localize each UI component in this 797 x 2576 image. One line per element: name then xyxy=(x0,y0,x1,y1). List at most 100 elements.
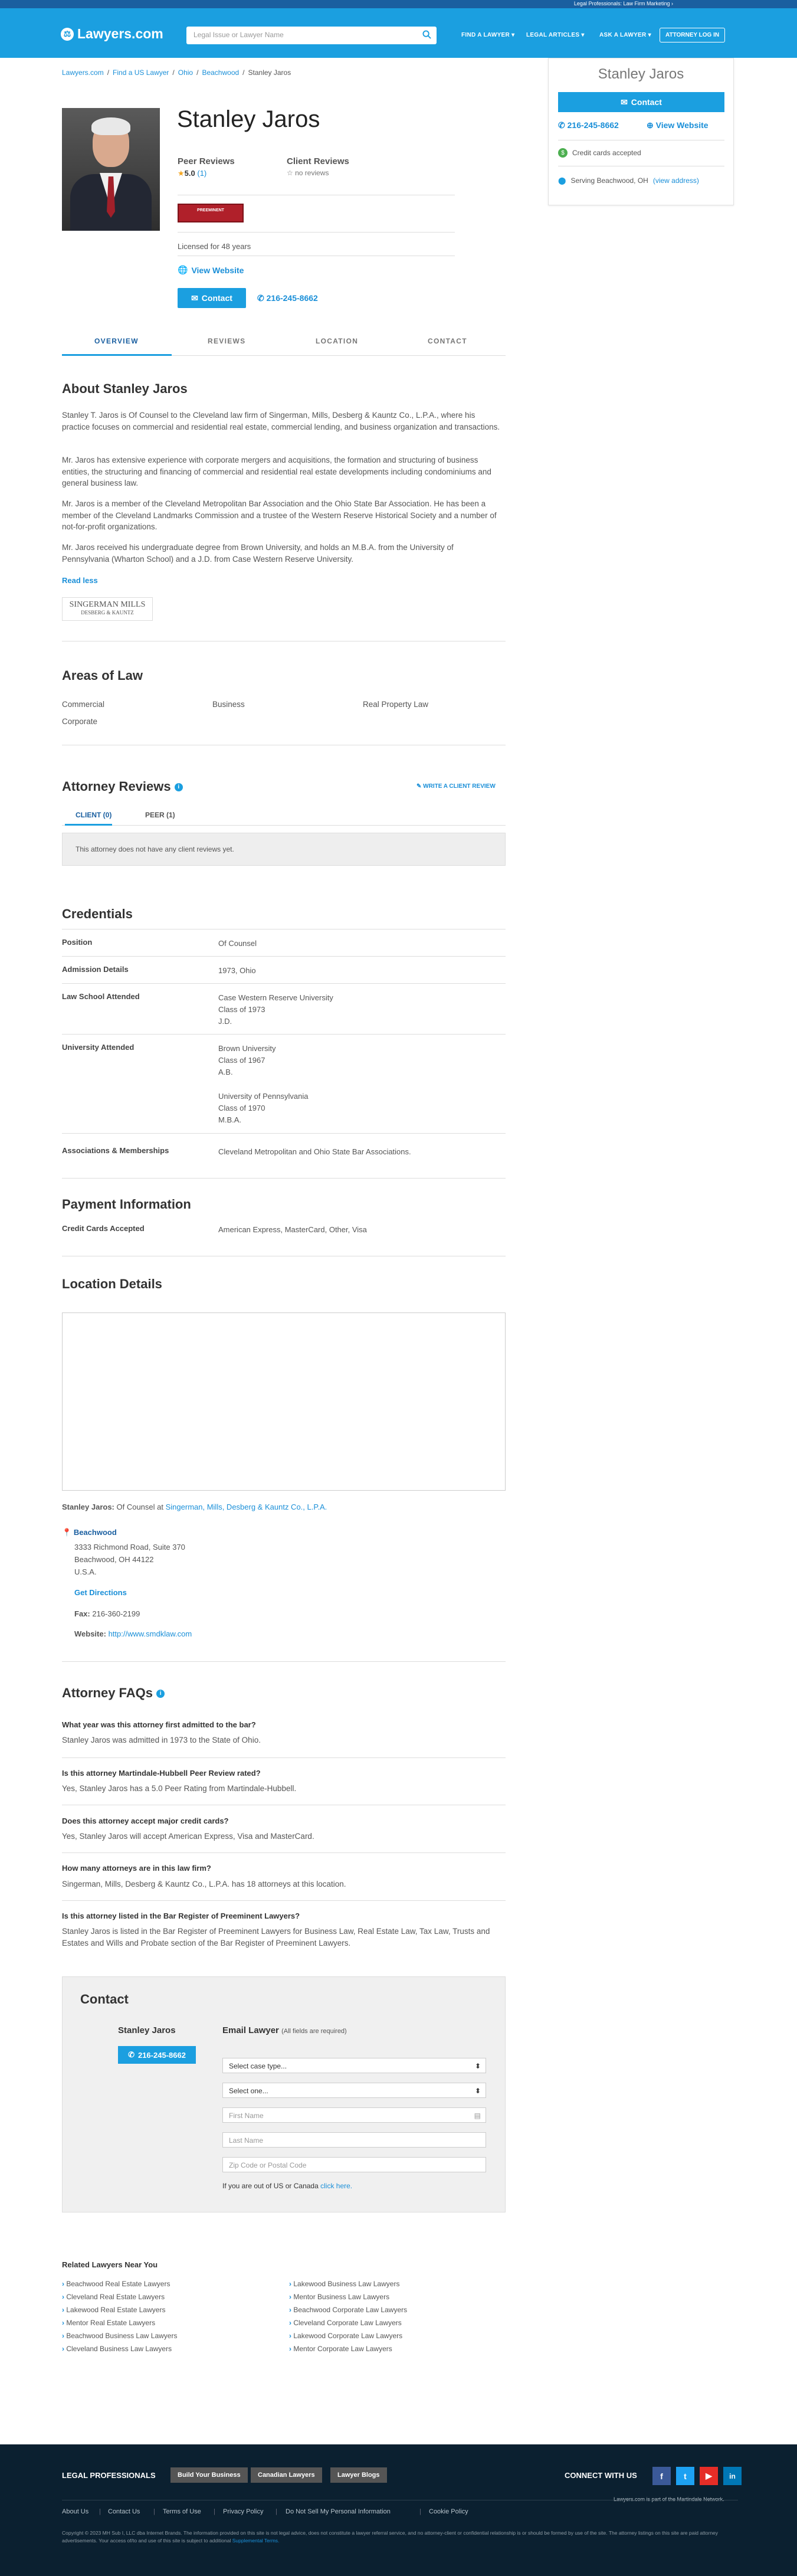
breadcrumb-separator: / xyxy=(196,68,199,77)
peer-count-link[interactable]: (1) xyxy=(197,169,206,178)
card-contact-button[interactable]: ✉ Contact xyxy=(558,92,724,112)
related-link[interactable]: Lakewood Business Law Lawyers xyxy=(289,2280,399,2288)
search-input[interactable]: Legal Issue or Lawyer Name xyxy=(186,27,437,44)
zip-placeholder: Zip Code or Postal Code xyxy=(229,2161,307,2169)
location-map[interactable] xyxy=(62,1312,506,1491)
related-link[interactable]: Mentor Corporate Law Lawyers xyxy=(289,2345,392,2353)
case-type-value: Select case type... xyxy=(229,2062,287,2070)
footer-link[interactable]: Cookie Policy xyxy=(429,2508,468,2515)
supplemental-terms-link[interactable]: Supplemental Terms. xyxy=(232,2538,280,2544)
credential-label: University Attended xyxy=(62,1043,135,1052)
breadcrumb-link[interactable]: Ohio xyxy=(178,68,193,77)
firm-website-link[interactable]: http://www.smdklaw.com xyxy=(109,1629,192,1638)
facebook-icon[interactable]: f xyxy=(652,2467,671,2485)
case-type-select[interactable]: Select case type... ⬍ xyxy=(222,2058,486,2073)
zip-code-field[interactable]: Zip Code or Postal Code xyxy=(222,2157,486,2172)
nav-find-lawyer[interactable]: FIND A LAWYER ▾ xyxy=(461,32,514,38)
related-link[interactable]: Lakewood Real Estate Lawyers xyxy=(62,2306,165,2314)
faq-question: How many attorneys are in this law firm? xyxy=(62,1864,211,1873)
view-website-link[interactable]: 🌐 View Website xyxy=(178,265,244,275)
card-website-link[interactable]: ⊕ View Website xyxy=(647,120,709,130)
nav-legal-articles[interactable]: LEGAL ARTICLES ▾ xyxy=(526,32,585,38)
area-item[interactable]: Corporate xyxy=(62,717,97,726)
breadcrumb-link[interactable]: Find a US Lawyer xyxy=(113,68,169,77)
areas-heading: Areas of Law xyxy=(62,668,143,683)
about-paragraph: Mr. Jaros has extensive experience with … xyxy=(62,456,491,488)
tab-contact[interactable]: CONTACT xyxy=(428,337,467,345)
phone-link[interactable]: ✆ 216-245-8662 xyxy=(257,293,318,303)
card-phone-link[interactable]: ✆ 216-245-8662 xyxy=(558,120,619,130)
twitter-icon[interactable]: t xyxy=(676,2467,694,2485)
office-address-line: 3333 Richmond Road, Suite 370 xyxy=(74,1543,185,1552)
youtube-icon[interactable]: ▶ xyxy=(700,2467,718,2485)
read-less-link[interactable]: Read less xyxy=(62,576,98,585)
canadian-lawyers-button[interactable]: Canadian Lawyers xyxy=(251,2467,322,2483)
write-review-link[interactable]: ✎ WRITE A CLIENT REVIEW xyxy=(416,783,496,790)
outside-note-text: If you are out of US or Canada xyxy=(222,2182,319,2190)
tab-reviews[interactable]: REVIEWS xyxy=(208,337,245,345)
select-arrow-icon: ⬍ xyxy=(474,2062,481,2070)
breadcrumb-separator: / xyxy=(107,68,110,77)
top-banner[interactable]: Legal Professionals: Law Firm Marketing … xyxy=(0,0,797,8)
last-name-field[interactable]: Last Name xyxy=(222,2132,486,2148)
info-icon[interactable]: i xyxy=(174,783,183,792)
site-logo[interactable]: ⚖ Lawyers.com xyxy=(61,26,163,42)
envelope-icon: ✉ xyxy=(621,97,628,107)
attorney-login-button[interactable]: ATTORNEY LOG IN xyxy=(660,28,726,42)
breadcrumb-current: Stanley Jaros xyxy=(248,68,291,77)
related-link[interactable]: Beachwood Business Law Lawyers xyxy=(62,2332,177,2340)
contact-button[interactable]: ✉ Contact xyxy=(178,288,246,308)
get-directions-link[interactable]: Get Directions xyxy=(74,1587,127,1599)
tab-overview[interactable]: OVERVIEW xyxy=(94,337,139,345)
nav-ask-lawyer[interactable]: ASK A LAWYER ▾ xyxy=(599,32,651,38)
peer-rating[interactable]: ★5.0 (1) xyxy=(178,169,206,178)
info-icon[interactable]: i xyxy=(156,1690,165,1698)
footer-link[interactable]: Contact Us xyxy=(108,2508,140,2515)
search-icon[interactable] xyxy=(422,30,431,39)
related-link[interactable]: Lakewood Corporate Law Lawyers xyxy=(289,2332,402,2340)
footer-link[interactable]: Do Not Sell My Personal Information xyxy=(286,2508,391,2515)
firm-link[interactable]: Singerman, Mills, Desberg & Kauntz Co., … xyxy=(166,1503,327,1511)
contact-phone-button[interactable]: ✆ 216-245-8662 xyxy=(118,2046,196,2064)
related-link[interactable]: Beachwood Real Estate Lawyers xyxy=(62,2280,170,2288)
card-phone-number: 216-245-8662 xyxy=(567,120,619,130)
build-business-button[interactable]: Build Your Business xyxy=(170,2467,248,2483)
tab-client-reviews[interactable]: CLIENT (0) xyxy=(76,811,111,819)
footer-link[interactable]: Privacy Policy xyxy=(223,2508,263,2515)
select-one-select[interactable]: Select one... ⬍ xyxy=(222,2083,486,2098)
faqs-heading-text: Attorney FAQs xyxy=(62,1685,153,1700)
footer-link[interactable]: About Us xyxy=(62,2508,88,2515)
copyright-text: Copyright © 2023 MH Sub I, LLC dba Inter… xyxy=(62,2529,734,2545)
top-banner-text[interactable]: Legal Professionals: Law Firm Marketing … xyxy=(574,1,673,6)
office-address-line: U.S.A. xyxy=(74,1567,97,1576)
related-link[interactable]: Cleveland Business Law Lawyers xyxy=(62,2345,172,2353)
credentials-heading: Credentials xyxy=(62,906,133,921)
logo-icon: ⚖ xyxy=(61,27,74,41)
area-item[interactable]: Real Property Law xyxy=(363,700,428,709)
related-link[interactable]: Beachwood Corporate Law Lawyers xyxy=(289,2306,407,2314)
payment-value: American Express, MasterCard, Other, Vis… xyxy=(218,1225,367,1234)
area-item[interactable]: Business xyxy=(212,700,245,709)
related-link[interactable]: Mentor Business Law Lawyers xyxy=(289,2293,389,2301)
divider xyxy=(62,1661,506,1662)
view-address-link[interactable]: (view address) xyxy=(653,176,699,185)
footer-link[interactable]: Terms of Use xyxy=(163,2508,201,2515)
preeminent-badge[interactable]: PREEMINENT xyxy=(178,204,244,222)
reviews-heading: Attorney Reviews i xyxy=(62,779,183,794)
lawyer-blogs-button[interactable]: Lawyer Blogs xyxy=(330,2467,387,2483)
related-link[interactable]: Cleveland Real Estate Lawyers xyxy=(62,2293,165,2301)
footer-separator: | xyxy=(153,2508,155,2515)
faq-question: Is this attorney listed in the Bar Regis… xyxy=(62,1911,300,1920)
linkedin-icon[interactable]: in xyxy=(723,2467,742,2485)
related-link[interactable]: Mentor Real Estate Lawyers xyxy=(62,2319,155,2327)
related-link[interactable]: Cleveland Corporate Law Lawyers xyxy=(289,2319,401,2327)
breadcrumb-link[interactable]: Lawyers.com xyxy=(62,68,104,77)
breadcrumb-link[interactable]: Beachwood xyxy=(202,68,239,77)
tab-location[interactable]: LOCATION xyxy=(316,337,358,345)
client-reviews-text: no reviews xyxy=(295,169,329,177)
area-item[interactable]: Commercial xyxy=(62,700,104,709)
tab-peer-reviews[interactable]: PEER (1) xyxy=(145,811,175,819)
click-here-link[interactable]: click here. xyxy=(320,2182,352,2190)
first-name-field[interactable]: First Name ▤ xyxy=(222,2107,486,2123)
firm-logo[interactable]: SINGERMAN MILLS DESBERG & KAUNTZ xyxy=(62,597,153,621)
